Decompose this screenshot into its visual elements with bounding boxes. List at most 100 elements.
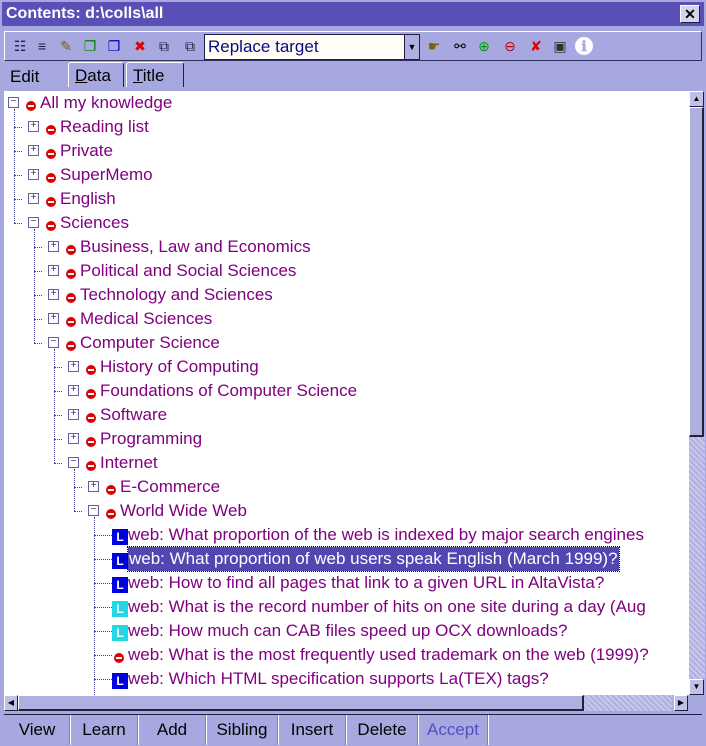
tree-row[interactable]: − All my knowledge: [4, 91, 688, 115]
tree-item-label[interactable]: Software: [100, 403, 167, 427]
replace-icon[interactable]: ⧉: [181, 37, 199, 55]
expand-plus-icon[interactable]: +: [88, 481, 99, 492]
tree-row[interactable]: Lweb: How to find all pages that link to…: [4, 571, 688, 595]
vertical-scrollbar[interactable]: ▲ ▼: [688, 91, 705, 695]
expand-plus-icon[interactable]: +: [28, 193, 39, 204]
tree-row[interactable]: Lweb: How much can CAB files speed up OC…: [4, 619, 688, 643]
tree-row[interactable]: + E-Commerce: [4, 475, 688, 499]
knowledge-tree[interactable]: − All my knowledge + Reading list + Private + S…: [4, 91, 688, 695]
tree-item-label[interactable]: Private: [60, 139, 113, 163]
expand-plus-icon[interactable]: +: [68, 361, 79, 372]
scroll-left-arrow-icon[interactable]: ◀: [4, 695, 18, 711]
tree-item-label[interactable]: Political and Social Sciences: [80, 259, 296, 283]
tab-data[interactable]: Data: [68, 62, 124, 87]
chevron-down-icon[interactable]: ▼: [404, 35, 419, 59]
tree-row[interactable]: web: What is the most frequently used tr…: [4, 643, 688, 667]
delete-icon[interactable]: ✖: [131, 37, 149, 55]
tree-row[interactable]: + History of Computing: [4, 355, 688, 379]
expand-plus-icon[interactable]: +: [68, 409, 79, 420]
view-button[interactable]: View: [4, 715, 71, 745]
collapse-minus-icon[interactable]: −: [8, 97, 19, 108]
tree-item-label[interactable]: web: How much can CAB files speed up OCX…: [128, 619, 567, 643]
link-hand-icon[interactable]: ☛: [425, 37, 443, 55]
tree-item-label[interactable]: web: Which HTML specification supports L…: [128, 667, 549, 691]
remove-branch-icon[interactable]: ⊖: [501, 37, 519, 55]
close-button[interactable]: ✕: [680, 5, 700, 23]
scroll-down-arrow-icon[interactable]: ▼: [689, 679, 704, 695]
delete-button[interactable]: Delete: [346, 715, 419, 745]
vertical-scroll-thumb[interactable]: [689, 107, 704, 437]
tree-item-label[interactable]: web: What is the record number of hits o…: [128, 595, 646, 619]
scroll-right-arrow-icon[interactable]: ▶: [674, 695, 688, 711]
save-icon[interactable]: ▣: [551, 37, 569, 55]
tab-edit[interactable]: Edit: [4, 64, 66, 90]
expand-plus-icon[interactable]: +: [48, 265, 59, 276]
expand-plus-icon[interactable]: +: [28, 145, 39, 156]
cut-icon[interactable]: ✘: [527, 37, 545, 55]
tree-row[interactable]: − Sciences: [4, 211, 688, 235]
info-icon[interactable]: ℹ: [575, 37, 593, 55]
binoculars-icon[interactable]: ⚯: [451, 37, 469, 55]
expand-plus-icon[interactable]: +: [48, 313, 59, 324]
tree-item-label[interactable]: Business, Law and Economics: [80, 235, 311, 259]
collapse-icon[interactable]: ≡: [33, 37, 51, 55]
tree-item-label[interactable]: web: What proportion of web users speak …: [127, 546, 620, 572]
vertical-scroll-track[interactable]: [689, 437, 705, 679]
collapse-minus-icon[interactable]: −: [88, 505, 99, 516]
expand-plus-icon[interactable]: +: [48, 289, 59, 300]
tree-row[interactable]: + Foundations of Computer Science: [4, 379, 688, 403]
tree-item-label[interactable]: Reading list: [60, 115, 149, 139]
tree-row[interactable]: + Software: [4, 403, 688, 427]
tree-item-label[interactable]: web: How to find all pages that link to …: [128, 571, 604, 595]
horizontal-scroll-thumb[interactable]: [18, 695, 584, 711]
sibling-button[interactable]: Sibling: [206, 715, 279, 745]
tree-item-label[interactable]: Technology and Sciences: [80, 283, 273, 307]
tree-row[interactable]: + Business, Law and Economics: [4, 235, 688, 259]
tree-row[interactable]: Lweb: What proportion of web users speak…: [4, 546, 688, 572]
tree-item-label[interactable]: web: What proportion of the web is index…: [128, 523, 644, 547]
collapse-minus-icon[interactable]: −: [28, 217, 39, 228]
tree-item-label[interactable]: English: [60, 187, 116, 211]
tree-row[interactable]: + SuperMemo: [4, 163, 688, 187]
tree-row[interactable]: + Political and Social Sciences: [4, 259, 688, 283]
tree-item-label[interactable]: Programming: [100, 427, 202, 451]
expand-plus-icon[interactable]: +: [68, 433, 79, 444]
add-branch-icon[interactable]: ⊕: [475, 37, 493, 55]
tree-item-label[interactable]: History of Computing: [100, 355, 259, 379]
learn-button[interactable]: Learn: [70, 715, 139, 745]
edit-element-icon[interactable]: ✎: [57, 37, 75, 55]
replace-target-combo[interactable]: Replace target ▼: [204, 34, 420, 60]
tree-row[interactable]: Lweb: What proportion of the web is inde…: [4, 523, 688, 547]
insert-button[interactable]: Insert: [278, 715, 347, 745]
tree-item-label[interactable]: web: What is the most frequently used tr…: [128, 643, 649, 667]
expand-plus-icon[interactable]: +: [68, 385, 79, 396]
horizontal-scrollbar[interactable]: ◀ ▶: [4, 695, 688, 711]
copy-icon[interactable]: ❐: [81, 37, 99, 55]
tree-row[interactable]: + Technology and Sciences: [4, 283, 688, 307]
tree-item-label[interactable]: All my knowledge: [40, 91, 172, 115]
tree-row[interactable]: − Internet: [4, 451, 688, 475]
horizontal-scroll-track[interactable]: [584, 695, 672, 711]
tab-title[interactable]: Title: [126, 62, 184, 87]
tree-row[interactable]: + Reading list: [4, 115, 688, 139]
tree-row[interactable]: + Private: [4, 139, 688, 163]
tree-item-label[interactable]: Internet: [100, 451, 158, 475]
tree-row[interactable]: Lweb: What is the record number of hits …: [4, 595, 688, 619]
scroll-up-arrow-icon[interactable]: ▲: [689, 91, 704, 107]
expand-plus-icon[interactable]: +: [48, 241, 59, 252]
tree-item-label[interactable]: Foundations of Computer Science: [100, 379, 357, 403]
tree-item-label[interactable]: SuperMemo: [60, 163, 153, 187]
expand-plus-icon[interactable]: +: [28, 121, 39, 132]
paste-icon[interactable]: ❐: [105, 37, 123, 55]
tree-item-label[interactable]: World Wide Web: [120, 499, 247, 523]
tree-row[interactable]: − Computer Science: [4, 331, 688, 355]
tree-item-label[interactable]: Sciences: [60, 211, 129, 235]
add-button[interactable]: Add: [138, 715, 207, 745]
expand-all-icon[interactable]: ☷: [11, 37, 29, 55]
tree-item-label[interactable]: E-Commerce: [120, 475, 220, 499]
tree-item-label[interactable]: Computer Science: [80, 331, 220, 355]
tree-row[interactable]: + English: [4, 187, 688, 211]
move-icon[interactable]: ⧉: [155, 37, 173, 55]
tree-item-label[interactable]: Medical Sciences: [80, 307, 212, 331]
collapse-minus-icon[interactable]: −: [68, 457, 79, 468]
